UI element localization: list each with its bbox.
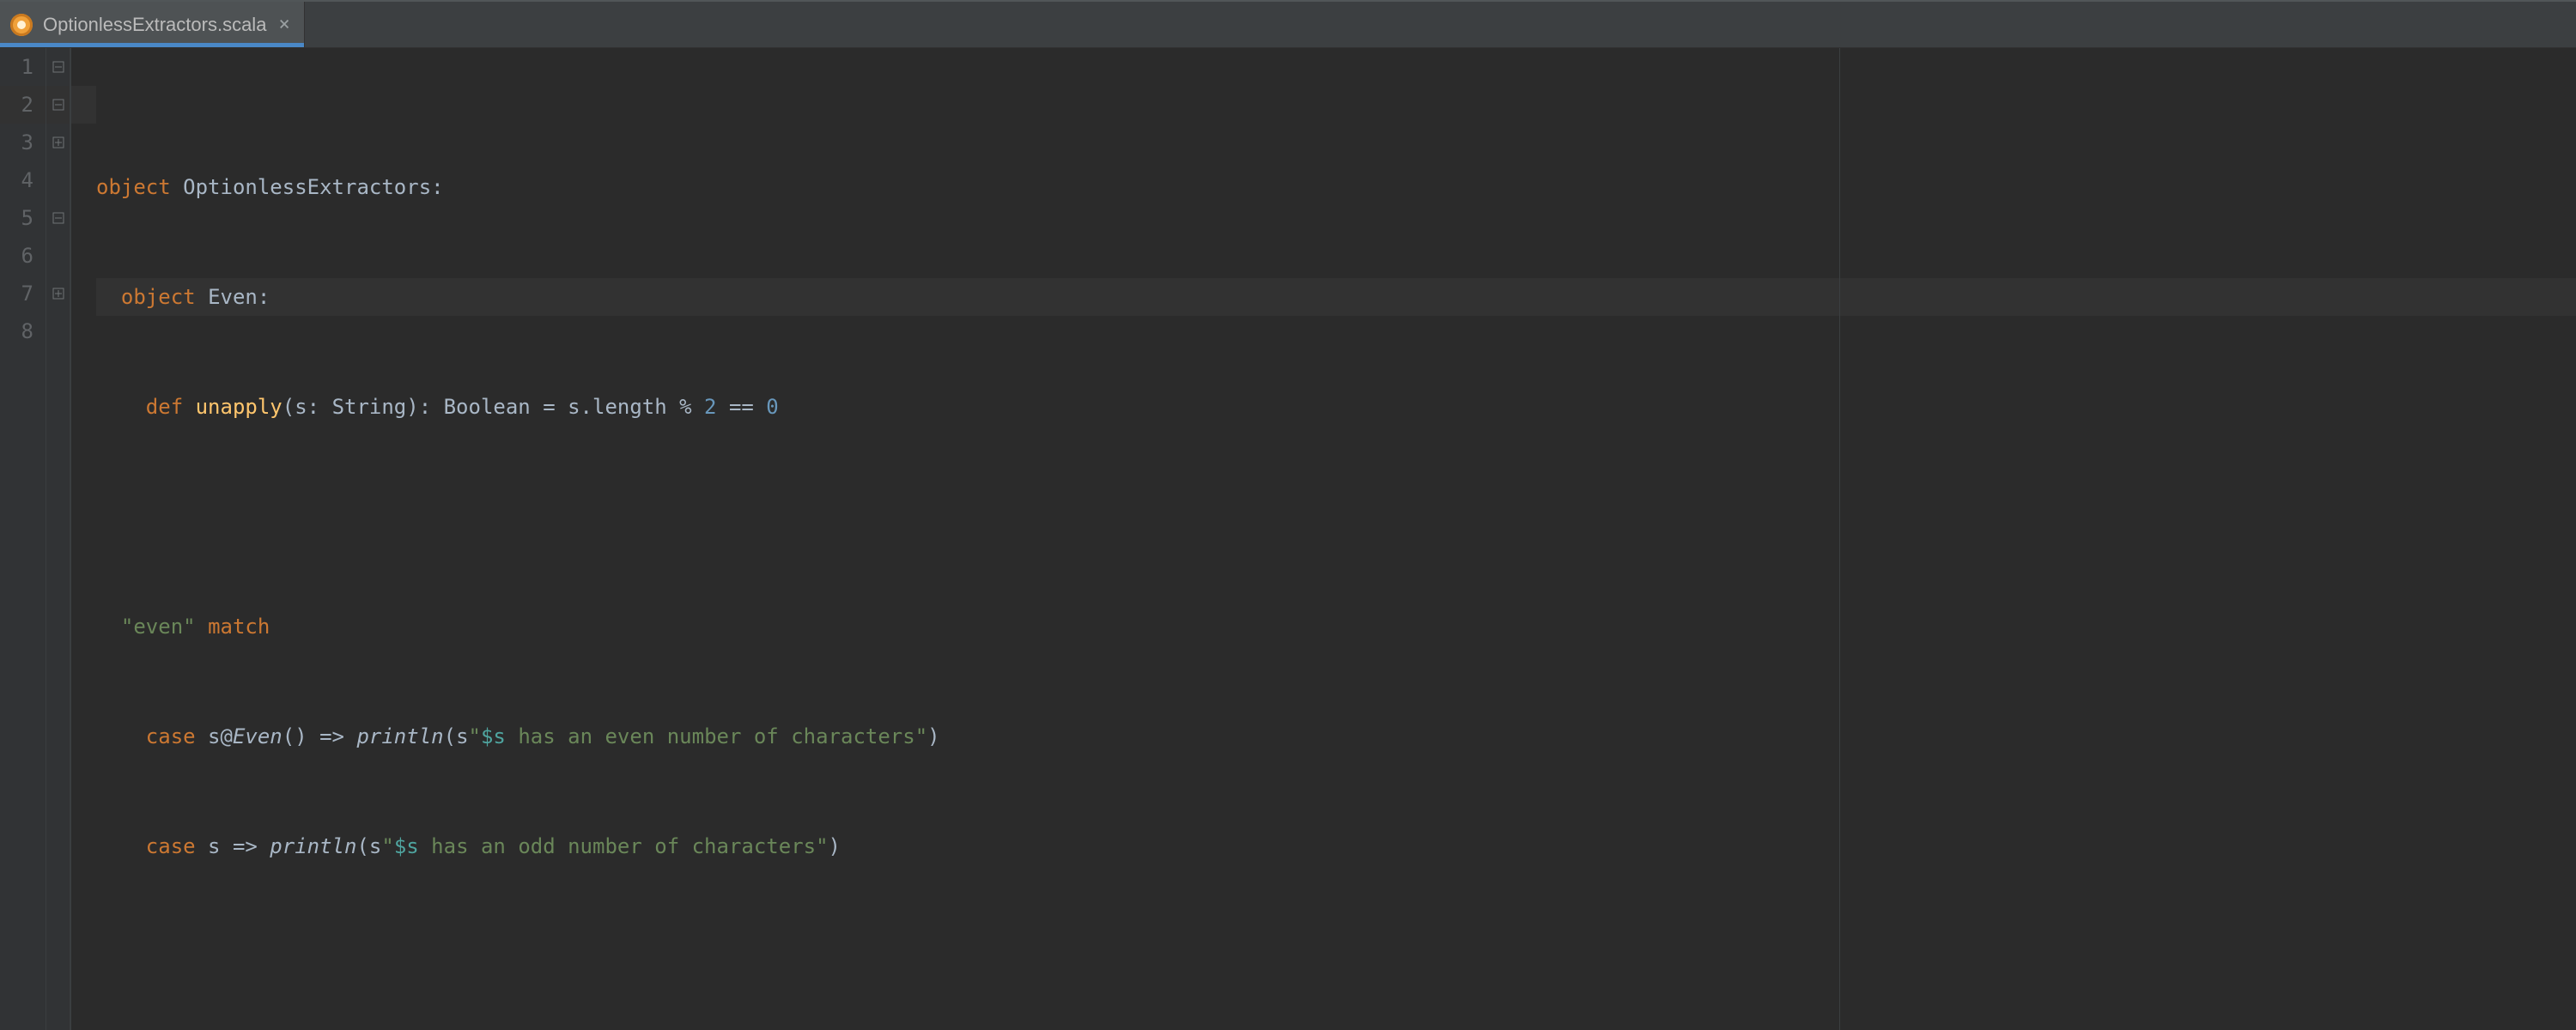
code-line[interactable]: object OptionlessExtractors: [96, 168, 2576, 206]
fold-close-icon[interactable] [46, 275, 70, 312]
line-number: 3 [0, 124, 46, 161]
tab-filename: OptionlessExtractors.scala [43, 14, 266, 36]
line-number-gutter: 1 2 3 4 5 6 7 8 [0, 48, 46, 1030]
code-content[interactable]: object OptionlessExtractors: object Even… [96, 48, 2576, 1030]
line-number: 1 [0, 48, 46, 86]
line-number: 7 [0, 275, 46, 312]
editor-area[interactable]: 1 2 3 4 5 6 7 8 [0, 48, 2576, 1030]
file-tab[interactable]: OptionlessExtractors.scala × [0, 2, 305, 47]
indent-guide [70, 48, 96, 1030]
line-number: 2 [0, 86, 46, 124]
code-line[interactable]: case s@Even() => println(s"$s has an eve… [96, 718, 2576, 755]
line-number: 4 [0, 161, 46, 199]
code-line[interactable]: case s => println(s"$s has an odd number… [96, 827, 2576, 865]
close-icon[interactable]: × [276, 15, 291, 34]
line-number: 8 [0, 312, 46, 350]
line-number: 6 [0, 237, 46, 275]
fold-open-icon[interactable] [46, 86, 70, 124]
code-line[interactable]: "even" match [96, 608, 2576, 645]
fold-close-icon[interactable] [46, 124, 70, 161]
code-line[interactable]: object Even: [96, 278, 2576, 316]
code-line[interactable]: def unapply(s: String): Boolean = s.leng… [96, 388, 2576, 426]
code-line[interactable] [96, 498, 2576, 536]
tab-bar: OptionlessExtractors.scala × [0, 0, 2576, 48]
active-tab-indicator [0, 43, 304, 47]
fold-open-icon[interactable] [46, 199, 70, 237]
code-line[interactable] [96, 937, 2576, 975]
line-number: 5 [0, 199, 46, 237]
fold-gutter [46, 48, 70, 1030]
scala-object-icon [10, 14, 33, 36]
fold-open-icon[interactable] [46, 48, 70, 86]
right-margin-guide [1839, 48, 1840, 1030]
